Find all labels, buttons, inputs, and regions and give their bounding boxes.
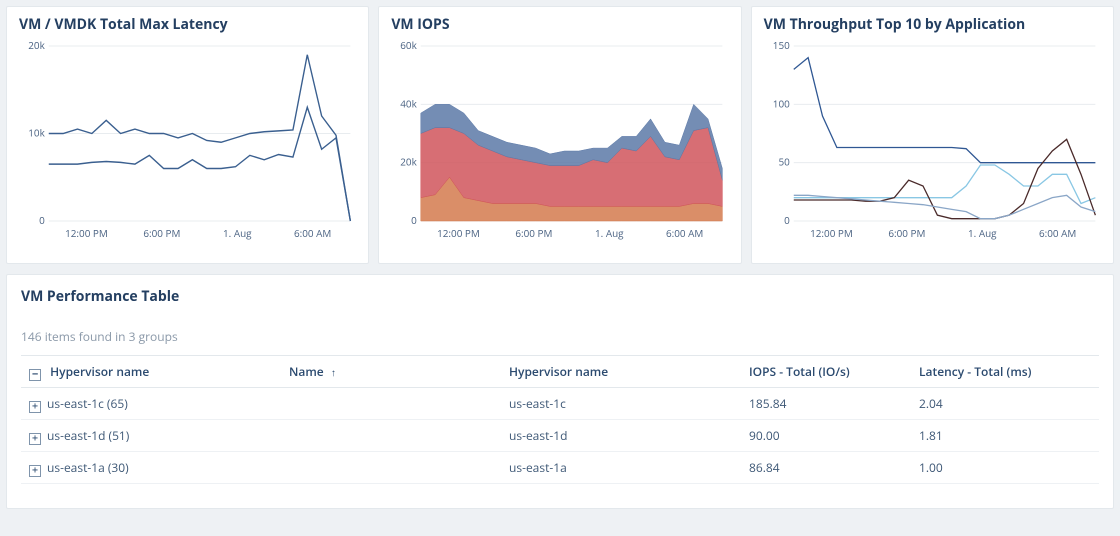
col-header-name[interactable]: Name ↑	[281, 356, 501, 388]
group-name: us-east-1d (51)	[47, 427, 129, 444]
expand-icon[interactable]: +	[29, 465, 41, 477]
col-header-hv[interactable]: Hypervisor name	[501, 356, 741, 388]
svg-text:1. Aug: 1. Aug	[968, 226, 997, 240]
svg-text:6:00 PM: 6:00 PM	[888, 226, 925, 240]
svg-text:40k: 40k	[401, 96, 418, 110]
svg-text:50: 50	[778, 155, 790, 169]
svg-text:12:00 PM: 12:00 PM	[65, 226, 108, 240]
cell-hv: us-east-1d	[501, 420, 741, 452]
table-row[interactable]: + us-east-1c (65) us-east-1c185.842.04	[21, 388, 1099, 420]
cell-latency: 1.81	[911, 420, 1099, 452]
svg-text:20k: 20k	[401, 155, 418, 169]
table-row[interactable]: + us-east-1a (30) us-east-1a86.841.00	[21, 452, 1099, 484]
svg-text:6:00 AM: 6:00 AM	[1039, 226, 1076, 240]
col-header-hv-label: Hypervisor name	[509, 363, 608, 380]
table-panel: VM Performance Table 146 items found in …	[6, 274, 1114, 509]
dashboard-root: VM / VMDK Total Max Latency 0 10k 20k 12:00…	[0, 0, 1120, 515]
sort-asc-icon: ↑	[331, 365, 336, 379]
chart-row: VM / VMDK Total Max Latency 0 10k 20k 12:00…	[6, 6, 1114, 264]
col-header-tree[interactable]: − Hypervisor name	[21, 356, 281, 388]
table-row[interactable]: + us-east-1d (51) us-east-1d90.001.81	[21, 420, 1099, 452]
svg-text:100: 100	[772, 96, 789, 110]
chart-panel-latency[interactable]: VM / VMDK Total Max Latency 0 10k 20k 12:00…	[6, 6, 369, 264]
chart-area-iops: 0 20k 40k 60k 12:00 PM 6:00 PM 1. Aug 6:00 AM	[391, 38, 728, 243]
chart-area-throughput: 0 50 100 150 12:00 PM 6:00 PM 1. Aug 6:00 AM	[764, 38, 1101, 243]
svg-text:0: 0	[39, 213, 45, 227]
expand-icon[interactable]: +	[29, 433, 41, 445]
svg-text:150: 150	[772, 38, 789, 52]
performance-table: − Hypervisor name Name ↑ Hypervisor name…	[21, 355, 1099, 484]
chart-title-throughput: VM Throughput Top 10 by Application	[764, 15, 1101, 34]
chart-panel-throughput[interactable]: VM Throughput Top 10 by Application 0 50 1…	[751, 6, 1114, 264]
col-header-name-label: Name	[289, 363, 324, 380]
svg-text:6:00 PM: 6:00 PM	[516, 226, 553, 240]
cell-latency: 2.04	[911, 388, 1099, 420]
chart-title-iops: VM IOPS	[391, 15, 728, 34]
cell-latency: 1.00	[911, 452, 1099, 484]
svg-text:6:00 AM: 6:00 AM	[666, 226, 703, 240]
table-title: VM Performance Table	[21, 287, 1099, 306]
cell-iops: 185.84	[741, 388, 911, 420]
svg-text:1. Aug: 1. Aug	[223, 226, 252, 240]
collapse-all-icon[interactable]: −	[29, 369, 41, 381]
svg-text:10k: 10k	[28, 125, 45, 139]
table-status: 146 items found in 3 groups	[21, 328, 1099, 345]
chart-panel-iops[interactable]: VM IOPS 0 20k 40k 60k 12:00 PM 6:00 PM 1. Aug 6…	[378, 6, 741, 264]
svg-text:12:00 PM: 12:00 PM	[437, 226, 480, 240]
svg-text:60k: 60k	[401, 38, 418, 52]
col-header-iops[interactable]: IOPS - Total (IO/s)	[741, 356, 911, 388]
svg-text:6:00 PM: 6:00 PM	[143, 226, 180, 240]
expand-icon[interactable]: +	[29, 401, 41, 413]
svg-text:12:00 PM: 12:00 PM	[810, 226, 853, 240]
group-name: us-east-1c (65)	[47, 395, 128, 412]
col-header-latency-label: Latency - Total (ms)	[919, 363, 1031, 380]
chart-title-latency: VM / VMDK Total Max Latency	[19, 15, 356, 34]
svg-text:20k: 20k	[28, 38, 45, 52]
svg-text:0: 0	[411, 213, 417, 227]
col-header-iops-label: IOPS - Total (IO/s)	[749, 363, 850, 380]
group-name: us-east-1a (30)	[47, 459, 129, 476]
svg-text:6:00 AM: 6:00 AM	[294, 226, 331, 240]
cell-iops: 90.00	[741, 420, 911, 452]
table-header-row: − Hypervisor name Name ↑ Hypervisor name…	[21, 356, 1099, 388]
cell-hv: us-east-1c	[501, 388, 741, 420]
cell-iops: 86.84	[741, 452, 911, 484]
svg-text:0: 0	[784, 213, 790, 227]
col-header-tree-label: Hypervisor name	[50, 363, 149, 380]
svg-text:1. Aug: 1. Aug	[595, 226, 624, 240]
cell-hv: us-east-1a	[501, 452, 741, 484]
col-header-latency[interactable]: Latency - Total (ms)	[911, 356, 1099, 388]
chart-area-latency: 0 10k 20k 12:00 PM 6:00 PM 1. Aug 6:00 AM	[19, 38, 356, 243]
